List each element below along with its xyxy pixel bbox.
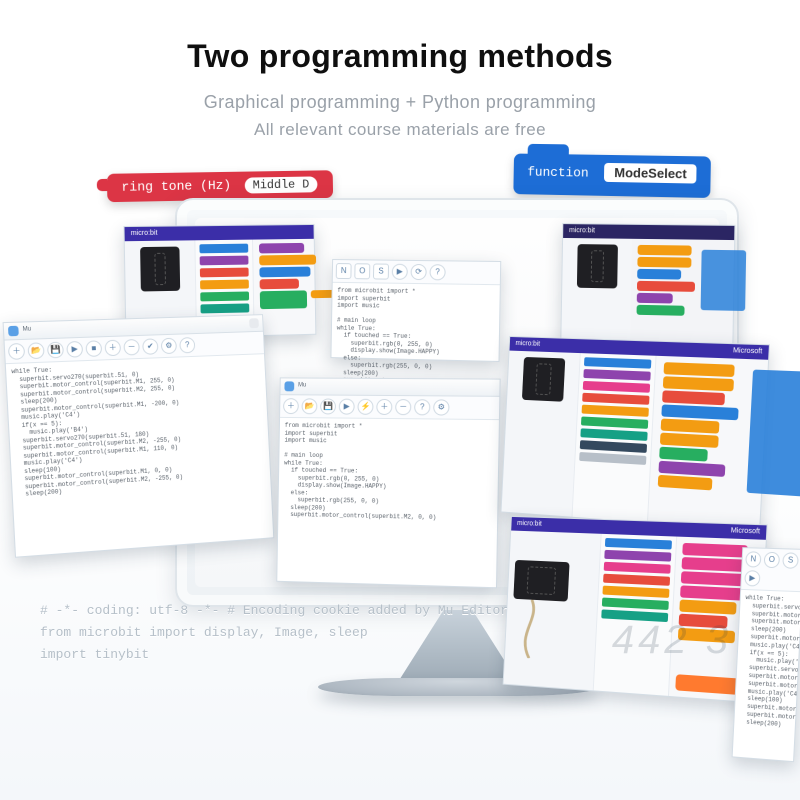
help-icon[interactable]: ?	[179, 337, 195, 353]
ghost-line: from microbit import display, Image, sle…	[40, 622, 508, 644]
tool-icon[interactable]: ?	[429, 264, 445, 280]
block-slot: Middle D	[245, 176, 317, 193]
microbit-icon	[140, 247, 181, 292]
run-icon[interactable]: ▶	[66, 341, 83, 358]
ghost-line: import tinybit	[40, 644, 508, 666]
zoom-out-icon[interactable]: －	[395, 399, 411, 415]
zoom-out-icon[interactable]: －	[123, 339, 140, 356]
window-makecode-bottom: micro:bit Microsoft	[503, 516, 768, 704]
vendor-label: Microsoft	[733, 347, 763, 357]
code-snippet: while True: superbit.servo270(superbit.5…	[11, 358, 266, 498]
microbit-icon	[577, 244, 618, 288]
tool-icon[interactable]: O	[354, 263, 370, 279]
help-icon[interactable]: ?	[414, 399, 430, 415]
title-text: Mu	[22, 327, 31, 335]
brand-label: micro:bit	[569, 227, 595, 236]
tool-icon[interactable]: N	[336, 263, 352, 279]
flash-icon[interactable]: ⚡	[357, 399, 373, 415]
code-snippet: from microbit import * import superbit i…	[336, 287, 495, 388]
open-icon[interactable]: 📂	[302, 398, 318, 414]
code-snippet: while True: superbit.servo270(superbit.5…	[739, 594, 797, 729]
ghost-code: # -*- coding: utf-8 -*- # Encoding cooki…	[40, 600, 508, 666]
window-editor-sliver: NOS ▶ while True: superbit.servo270(super…	[732, 547, 800, 762]
ghost-line: # -*- coding: utf-8 -*- # Encoding cooki…	[40, 600, 508, 622]
title-text: Mu	[298, 383, 306, 390]
tool-icon[interactable]: ⟳	[411, 264, 427, 280]
page-title: Two programming methods	[0, 38, 800, 75]
code-snippet: from microbit import * import superbit i…	[283, 422, 494, 523]
brand-label: micro:bit	[131, 229, 158, 238]
window-python-center: Mu ＋📂💾▶⚡＋－?⚙ from microbit import * impo…	[276, 377, 500, 588]
brand-label: micro:bit	[515, 340, 540, 349]
stop-icon[interactable]: ■	[85, 340, 102, 357]
usb-cable-icon	[510, 599, 550, 660]
code-block-function: function ModeSelect	[513, 154, 711, 198]
tool-icon[interactable]: S	[782, 552, 799, 569]
gear-icon[interactable]: ⚙	[433, 399, 449, 415]
block-slot: ModeSelect	[604, 163, 697, 184]
gear-icon[interactable]: ⚙	[161, 338, 177, 354]
run-icon[interactable]: ▶	[339, 399, 355, 415]
window-python-left: Mu ＋ 📂 💾 ▶ ■ ＋ － ✔ ⚙ ? while True: super…	[3, 314, 275, 558]
zoom-in-icon[interactable]: ＋	[376, 399, 392, 415]
toolbar: NOS▶⟳?	[333, 260, 500, 285]
check-icon[interactable]: ✔	[142, 338, 159, 355]
microbit-icon	[513, 560, 569, 602]
brand-label: micro:bit	[517, 520, 542, 529]
save-icon[interactable]: 💾	[320, 398, 336, 414]
window-editor-small: NOS▶⟳? from microbit import * import sup…	[330, 259, 501, 362]
block-keyword: function	[527, 165, 589, 181]
tool-icon[interactable]: ▶	[744, 570, 760, 586]
zoom-in-icon[interactable]: ＋	[104, 340, 121, 357]
open-icon[interactable]: 📂	[27, 342, 44, 359]
tool-icon[interactable]: ▶	[392, 264, 408, 280]
vendor-label: Microsoft	[730, 527, 760, 537]
subtitle-1: Graphical programming + Python programmi…	[0, 92, 800, 113]
subtitle-2: All relevant course materials are free	[0, 120, 800, 140]
window-makecode-2: micro:bit	[560, 223, 735, 346]
tool-icon[interactable]: S	[373, 263, 389, 279]
new-icon[interactable]: ＋	[8, 343, 25, 360]
tool-icon[interactable]: O	[764, 552, 780, 569]
save-icon[interactable]: 💾	[47, 342, 64, 359]
block-label: ring tone (Hz)	[121, 178, 231, 195]
new-icon[interactable]: ＋	[283, 398, 299, 414]
close-icon[interactable]	[249, 318, 259, 328]
tool-icon[interactable]: N	[745, 551, 761, 567]
window-makecode-right: micro:bit Microsoft	[501, 336, 770, 532]
block-category-list	[572, 353, 657, 522]
watermark: 442 3	[612, 618, 732, 663]
microbit-icon	[521, 357, 565, 402]
